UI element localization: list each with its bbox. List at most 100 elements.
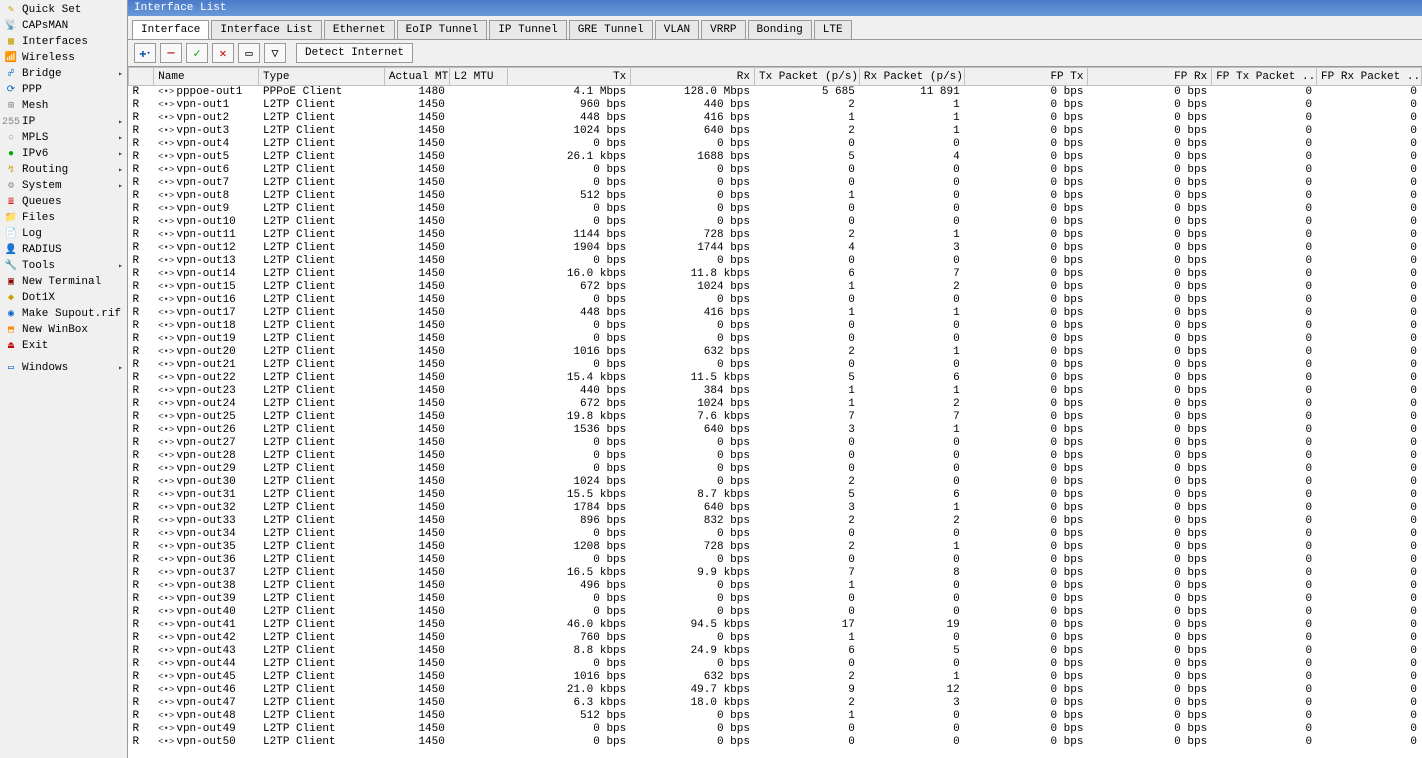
column-header[interactable]: FP Tx Packet ... [1212,68,1317,86]
table-row[interactable]: R<•>vpn-out30L2TP Client14501024 bps0 bp… [129,476,1422,489]
sidebar-item-ip[interactable]: 255IP▸ [0,114,127,130]
table-row[interactable]: R<•>vpn-out26L2TP Client14501536 bps640 … [129,424,1422,437]
tab-vlan[interactable]: VLAN [655,20,699,39]
column-header[interactable]: Rx [631,68,755,86]
table-row[interactable]: R<•>vpn-out6L2TP Client14500 bps0 bps000… [129,164,1422,177]
sidebar-item-files[interactable]: 📁Files [0,210,127,226]
table-row[interactable]: R<•>vpn-out12L2TP Client14501904 bps1744… [129,242,1422,255]
table-row[interactable]: R<•>vpn-out20L2TP Client14501016 bps632 … [129,346,1422,359]
table-row[interactable]: R<•>vpn-out5L2TP Client145026.1 kbps1688… [129,151,1422,164]
column-header[interactable]: L2 MTU [449,68,507,86]
sidebar-item-make-supout.rif[interactable]: ◉Make Supout.rif [0,306,127,322]
table-row[interactable]: R<•>vpn-out1L2TP Client1450960 bps440 bp… [129,99,1422,112]
table-row[interactable]: R<•>vpn-out29L2TP Client14500 bps0 bps00… [129,463,1422,476]
tab-ip-tunnel[interactable]: IP Tunnel [489,20,566,39]
table-row[interactable]: R<•>vpn-out37L2TP Client145016.5 kbps9.9… [129,567,1422,580]
sidebar-item-radius[interactable]: 👤RADIUS [0,242,127,258]
table-row[interactable]: R<•>vpn-out48L2TP Client1450512 bps0 bps… [129,710,1422,723]
table-row[interactable]: R<•>vpn-out16L2TP Client14500 bps0 bps00… [129,294,1422,307]
table-row[interactable]: R<•>vpn-out31L2TP Client145015.5 kbps8.7… [129,489,1422,502]
table-row[interactable]: R<•>vpn-out27L2TP Client14500 bps0 bps00… [129,437,1422,450]
column-header[interactable]: Tx Packet (p/s) [755,68,860,86]
sidebar-item-log[interactable]: 📄Log [0,226,127,242]
enable-button[interactable]: ✓ [186,43,208,63]
column-header[interactable] [129,68,154,86]
table-row[interactable]: R<•>vpn-out4L2TP Client14500 bps0 bps000… [129,138,1422,151]
detect-internet-button[interactable]: Detect Internet [296,43,413,63]
table-row[interactable]: R<•>vpn-out25L2TP Client145019.8 kbps7.6… [129,411,1422,424]
table-row[interactable]: R<•>pppoe-out1PPPoE Client14804.1 Mbps12… [129,86,1422,99]
table-row[interactable]: R<•>vpn-out38L2TP Client1450496 bps0 bps… [129,580,1422,593]
table-row[interactable]: R<•>vpn-out42L2TP Client1450760 bps0 bps… [129,632,1422,645]
sidebar-item-ipv6[interactable]: ●IPv6▸ [0,146,127,162]
table-row[interactable]: R<•>vpn-out7L2TP Client14500 bps0 bps000… [129,177,1422,190]
table-row[interactable]: R<•>vpn-out35L2TP Client14501208 bps728 … [129,541,1422,554]
sidebar-item-routing[interactable]: ↯Routing▸ [0,162,127,178]
table-row[interactable]: R<•>vpn-out33L2TP Client1450896 bps832 b… [129,515,1422,528]
sidebar-item-system[interactable]: ⚙System▸ [0,178,127,194]
table-row[interactable]: R<•>vpn-out39L2TP Client14500 bps0 bps00… [129,593,1422,606]
comment-button[interactable]: ▭ [238,43,260,63]
table-row[interactable]: R<•>vpn-out17L2TP Client1450448 bps416 b… [129,307,1422,320]
table-row[interactable]: R<•>vpn-out41L2TP Client145046.0 kbps94.… [129,619,1422,632]
window-title[interactable]: Interface List [128,0,1422,16]
sidebar-item-queues[interactable]: ≣Queues [0,194,127,210]
table-row[interactable]: R<•>vpn-out50L2TP Client14500 bps0 bps00… [129,736,1422,749]
table-row[interactable]: R<•>vpn-out49L2TP Client14500 bps0 bps00… [129,723,1422,736]
table-row[interactable]: R<•>vpn-out11L2TP Client14501144 bps728 … [129,229,1422,242]
table-row[interactable]: R<•>vpn-out46L2TP Client145021.0 kbps49.… [129,684,1422,697]
tab-vrrp[interactable]: VRRP [701,20,745,39]
table-row[interactable]: R<•>vpn-out40L2TP Client14500 bps0 bps00… [129,606,1422,619]
table-row[interactable]: R<•>vpn-out14L2TP Client145016.0 kbps11.… [129,268,1422,281]
table-row[interactable]: R<•>vpn-out2L2TP Client1450448 bps416 bp… [129,112,1422,125]
sidebar-item-wireless[interactable]: 📶Wireless [0,50,127,66]
column-header[interactable]: Name [154,68,259,86]
table-row[interactable]: R<•>vpn-out10L2TP Client14500 bps0 bps00… [129,216,1422,229]
table-row[interactable]: R<•>vpn-out23L2TP Client1450440 bps384 b… [129,385,1422,398]
table-row[interactable]: R<•>vpn-out3L2TP Client14501024 bps640 b… [129,125,1422,138]
tab-ethernet[interactable]: Ethernet [324,20,395,39]
sidebar-item-interfaces[interactable]: ▦Interfaces [0,34,127,50]
column-header[interactable]: FP Rx [1088,68,1212,86]
table-row[interactable]: R<•>vpn-out32L2TP Client14501784 bps640 … [129,502,1422,515]
table-row[interactable]: R<•>vpn-out21L2TP Client14500 bps0 bps00… [129,359,1422,372]
sidebar-item-quick-set[interactable]: ✎Quick Set [0,2,127,18]
sidebar-item-tools[interactable]: 🔧Tools▸ [0,258,127,274]
tab-interface-list[interactable]: Interface List [211,20,321,39]
table-row[interactable]: R<•>vpn-out8L2TP Client1450512 bps0 bps1… [129,190,1422,203]
interface-table-wrap[interactable]: NameTypeActual MTUL2 MTUTxRxTx Packet (p… [128,67,1422,758]
table-row[interactable]: R<•>vpn-out19L2TP Client14500 bps0 bps00… [129,333,1422,346]
column-header[interactable]: Actual MTU [384,68,449,86]
table-row[interactable]: R<•>vpn-out28L2TP Client14500 bps0 bps00… [129,450,1422,463]
table-row[interactable]: R<•>vpn-out45L2TP Client14501016 bps632 … [129,671,1422,684]
table-row[interactable]: R<•>vpn-out13L2TP Client14500 bps0 bps00… [129,255,1422,268]
sidebar-item-windows[interactable]: ▭Windows▸ [0,360,127,376]
tab-interface[interactable]: Interface [132,20,209,39]
sidebar-item-new-winbox[interactable]: ⬒New WinBox [0,322,127,338]
table-row[interactable]: R<•>vpn-out9L2TP Client14500 bps0 bps000… [129,203,1422,216]
table-row[interactable]: R<•>vpn-out18L2TP Client14500 bps0 bps00… [129,320,1422,333]
table-row[interactable]: R<•>vpn-out44L2TP Client14500 bps0 bps00… [129,658,1422,671]
sidebar-item-mesh[interactable]: ⊞Mesh [0,98,127,114]
tab-bonding[interactable]: Bonding [748,20,812,39]
disable-button[interactable]: ✕ [212,43,234,63]
table-row[interactable]: R<•>vpn-out15L2TP Client1450672 bps1024 … [129,281,1422,294]
sidebar-item-new-terminal[interactable]: ▣New Terminal [0,274,127,290]
column-header[interactable]: FP Tx [964,68,1088,86]
table-row[interactable]: R<•>vpn-out34L2TP Client14500 bps0 bps00… [129,528,1422,541]
table-row[interactable]: R<•>vpn-out24L2TP Client1450672 bps1024 … [129,398,1422,411]
filter-button[interactable]: ▽ [264,43,286,63]
sidebar-item-dot1x[interactable]: ◆Dot1X [0,290,127,306]
add-button[interactable]: ✚▾ [134,43,156,63]
table-row[interactable]: R<•>vpn-out47L2TP Client14506.3 kbps18.0… [129,697,1422,710]
sidebar-item-exit[interactable]: ⏏Exit [0,338,127,354]
sidebar-item-ppp[interactable]: ⟳PPP [0,82,127,98]
column-header[interactable]: Type [259,68,385,86]
sidebar-item-bridge[interactable]: ☍Bridge▸ [0,66,127,82]
table-row[interactable]: R<•>vpn-out43L2TP Client14508.8 kbps24.9… [129,645,1422,658]
column-header[interactable]: Rx Packet (p/s) [859,68,964,86]
table-row[interactable]: R<•>vpn-out22L2TP Client145015.4 kbps11.… [129,372,1422,385]
sidebar-item-mpls[interactable]: ○MPLS▸ [0,130,127,146]
table-row[interactable]: R<•>vpn-out36L2TP Client14500 bps0 bps00… [129,554,1422,567]
tab-eoip-tunnel[interactable]: EoIP Tunnel [397,20,488,39]
